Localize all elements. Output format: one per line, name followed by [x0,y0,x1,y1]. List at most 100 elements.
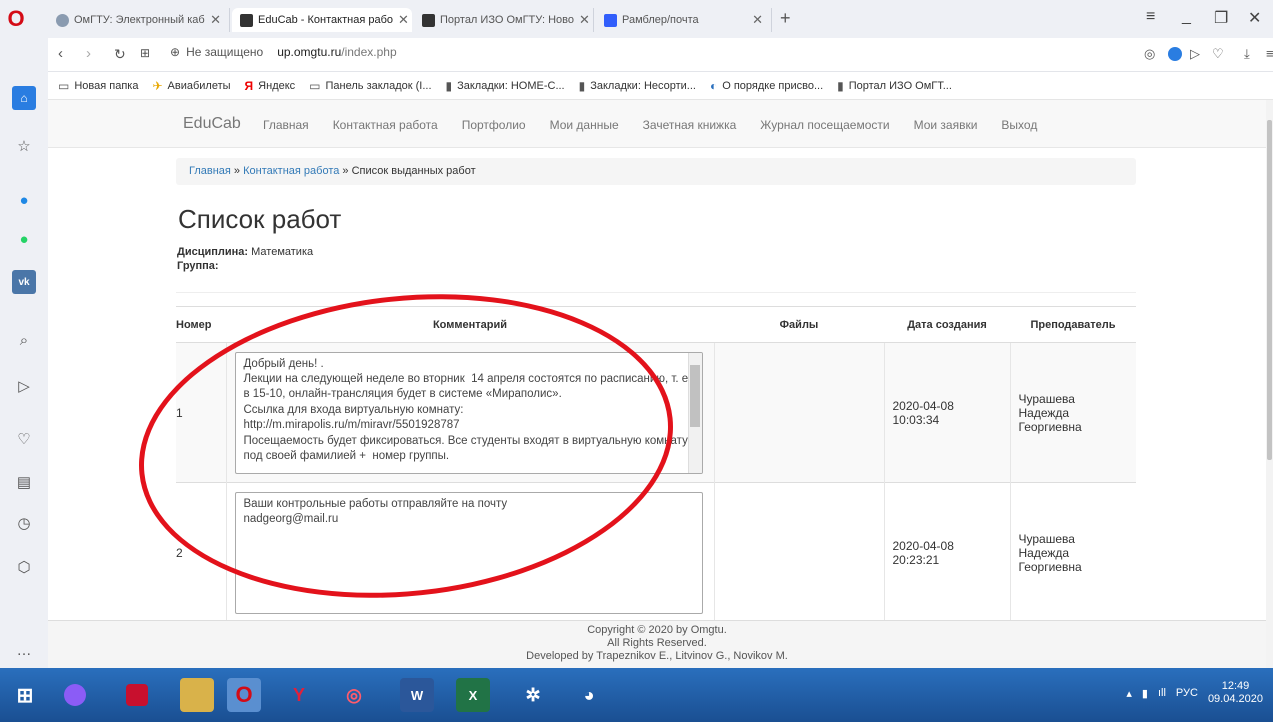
whatsapp-icon[interactable]: ● [12,227,36,251]
works-table: Номер Комментарий Файлы Дата создания Пр… [176,306,1136,623]
site-brand[interactable]: EduCab [183,115,241,133]
bookmark-item[interactable]: ▮ Закладки: Несорти... [579,79,696,93]
nav-attendance[interactable]: Журнал посещаемости [760,118,889,132]
opera-logo-icon[interactable]: O [4,7,28,31]
divider [176,292,1136,293]
close-window-icon[interactable]: ✕ [1248,8,1261,28]
vk-icon[interactable]: vk [12,270,36,294]
nav-gradebook[interactable]: Зачетная книжка [643,118,737,132]
camera-icon[interactable]: ◎ [1144,46,1155,62]
site-navbar: EduCab Главная Контактная работа Портфол… [48,100,1266,148]
site-footer: Copyright © 2020 by Omgtu. All Rights Re… [48,620,1266,668]
bookmark-item[interactable]: ◐ О порядке присво... [710,79,823,93]
paint-palette-icon[interactable]: ◕ [572,678,606,712]
comment-cell: Добрый день! . Лекции на следующей недел… [225,342,714,483]
yandex-browser-icon[interactable]: Y [282,678,316,712]
heart-icon[interactable]: ♡ [1212,46,1224,62]
date-cell: 2020-04-08 10:03:34 [883,342,1010,483]
new-tab-button[interactable]: + [780,8,791,29]
bookmark-item[interactable]: Я Яндекс [245,79,296,93]
tab-educab[interactable]: EduCab - Контактная рабо ✕ [232,8,412,32]
bookmark-item[interactable]: ✈ Авиабилеты [152,79,230,93]
bookmark-item[interactable]: ▮ Закладки: HOME-C... [446,79,565,93]
globe-icon [56,13,69,27]
messenger-icon[interactable]: ● [12,188,36,212]
discipline-line: Дисциплина: Математика [177,246,314,258]
more-icon[interactable]: … [12,638,36,662]
breadcrumb-home[interactable]: Главная [189,165,231,177]
col-number: Номер [176,306,226,343]
star-icon[interactable]: ☆ [12,134,36,158]
signal-icon[interactable]: ıll [1158,687,1166,699]
nav-logout[interactable]: Выход [1001,118,1037,132]
network-icon[interactable]: ▮ [1142,687,1148,700]
windows-start-icon[interactable]: ⊞ [8,678,42,712]
history-icon[interactable]: ◷ [12,511,36,535]
opera-gx-icon[interactable]: ◎ [337,678,371,712]
page-icon: ▮ [837,78,844,93]
reload-icon[interactable]: ↻ [114,46,126,63]
bookmarks-bar: ▭ Новая папка ✈ Авиабилеты Я Яндекс ▭ Панель… [48,72,1273,100]
tab-menu-icon[interactable]: ≡ [1146,8,1155,26]
heart-icon[interactable]: ♡ [12,427,36,451]
vpn-shield-icon[interactable] [1168,47,1182,61]
close-icon[interactable]: ✕ [752,12,763,28]
word-icon[interactable]: W [400,678,434,712]
bookmark-item[interactable]: ▮ Портал ИЗО ОмГТ... [837,79,952,93]
taskbar: ⊞ O Y ◎ W X ✲ ◕ ▴ ▮ ıll РУС 12:49 09.04.… [0,668,1273,722]
teacher-cell: Чурашева Надежда Георгиевна [1009,482,1136,623]
home-icon[interactable]: ⌂ [12,86,36,110]
url-field[interactable]: ⊕ Не защищено up.omgtu.ru/index.php [170,45,397,59]
page-scrollbar[interactable] [1266,100,1273,668]
bookmark-item[interactable]: ▭ Панель закладок (I... [309,79,431,93]
textarea-scrollbar[interactable] [687,352,702,473]
breadcrumb-section[interactable]: Контактная работа [243,165,339,177]
app-icon[interactable] [58,678,92,712]
close-icon[interactable]: ✕ [579,12,590,28]
page-scroll-thumb[interactable] [1267,120,1272,460]
restore-icon[interactable]: ❐ [1214,8,1228,28]
tray-arrow-icon[interactable]: ▴ [1126,687,1132,700]
comment-textarea[interactable]: Ваши контрольные работы отправляйте на п… [234,491,703,614]
nav-contact-work[interactable]: Контактная работа [333,118,438,132]
speed-dial-icon[interactable]: ⊞ [140,46,150,60]
excel-icon[interactable]: X [456,678,490,712]
page-icon [240,13,253,27]
close-icon[interactable]: ✕ [210,12,221,28]
download-icon[interactable]: ⤓ [1244,46,1250,62]
search-icon[interactable]: ⌕ [12,328,36,352]
comment-textarea[interactable]: Добрый день! . Лекции на следующей недел… [234,351,703,474]
clock[interactable]: 12:49 09.04.2020 [1208,680,1263,706]
nav-portfolio[interactable]: Портфолио [462,118,526,132]
extensions-icon[interactable]: ⬡ [12,555,36,579]
site-nav: Главная Контактная работа Портфолио Мои … [263,118,1061,132]
tab-omgtu[interactable]: ОмГТУ: Электронный каб ✕ [48,8,230,32]
folder-icon: ▭ [58,78,70,93]
teacher-cell: Чурашева Надежда Георгиевна [1009,342,1136,483]
nav-my-requests[interactable]: Мои заявки [914,118,978,132]
nav-home[interactable]: Главная [263,118,309,132]
bookmark-item[interactable]: ▭ Новая папка [58,79,138,93]
power-app-icon[interactable] [120,678,154,712]
link-icon: ◐ [709,78,718,93]
opera-taskbar-icon[interactable]: O [227,678,261,712]
scroll-thumb[interactable] [689,364,700,427]
tab-portal[interactable]: Портал ИЗО ОмГТУ: Ново ✕ [414,8,594,32]
col-teacher: Преподаватель [1010,306,1136,343]
minimize-icon[interactable]: _ [1182,8,1191,26]
easy-setup-icon[interactable]: ≡ [1266,46,1273,61]
back-icon[interactable]: ‹ [58,45,63,62]
globe-icon: ⊕ [170,45,181,59]
file-explorer-icon[interactable] [180,678,214,712]
nav-my-data[interactable]: Мои данные [550,118,619,132]
send-icon[interactable]: ▷ [12,374,36,398]
yandex-icon: Я [244,78,254,93]
folder-icon: ▭ [309,78,321,93]
language-indicator[interactable]: РУС [1176,687,1198,699]
news-icon[interactable]: ▤ [12,470,36,494]
send-icon[interactable]: ▷ [1190,46,1200,62]
tab-rambler[interactable]: Рамблер/почта ✕ [596,8,772,32]
forward-icon[interactable]: › [86,45,91,62]
close-icon[interactable]: ✕ [398,12,409,28]
paint-icon[interactable]: ✲ [516,678,550,712]
